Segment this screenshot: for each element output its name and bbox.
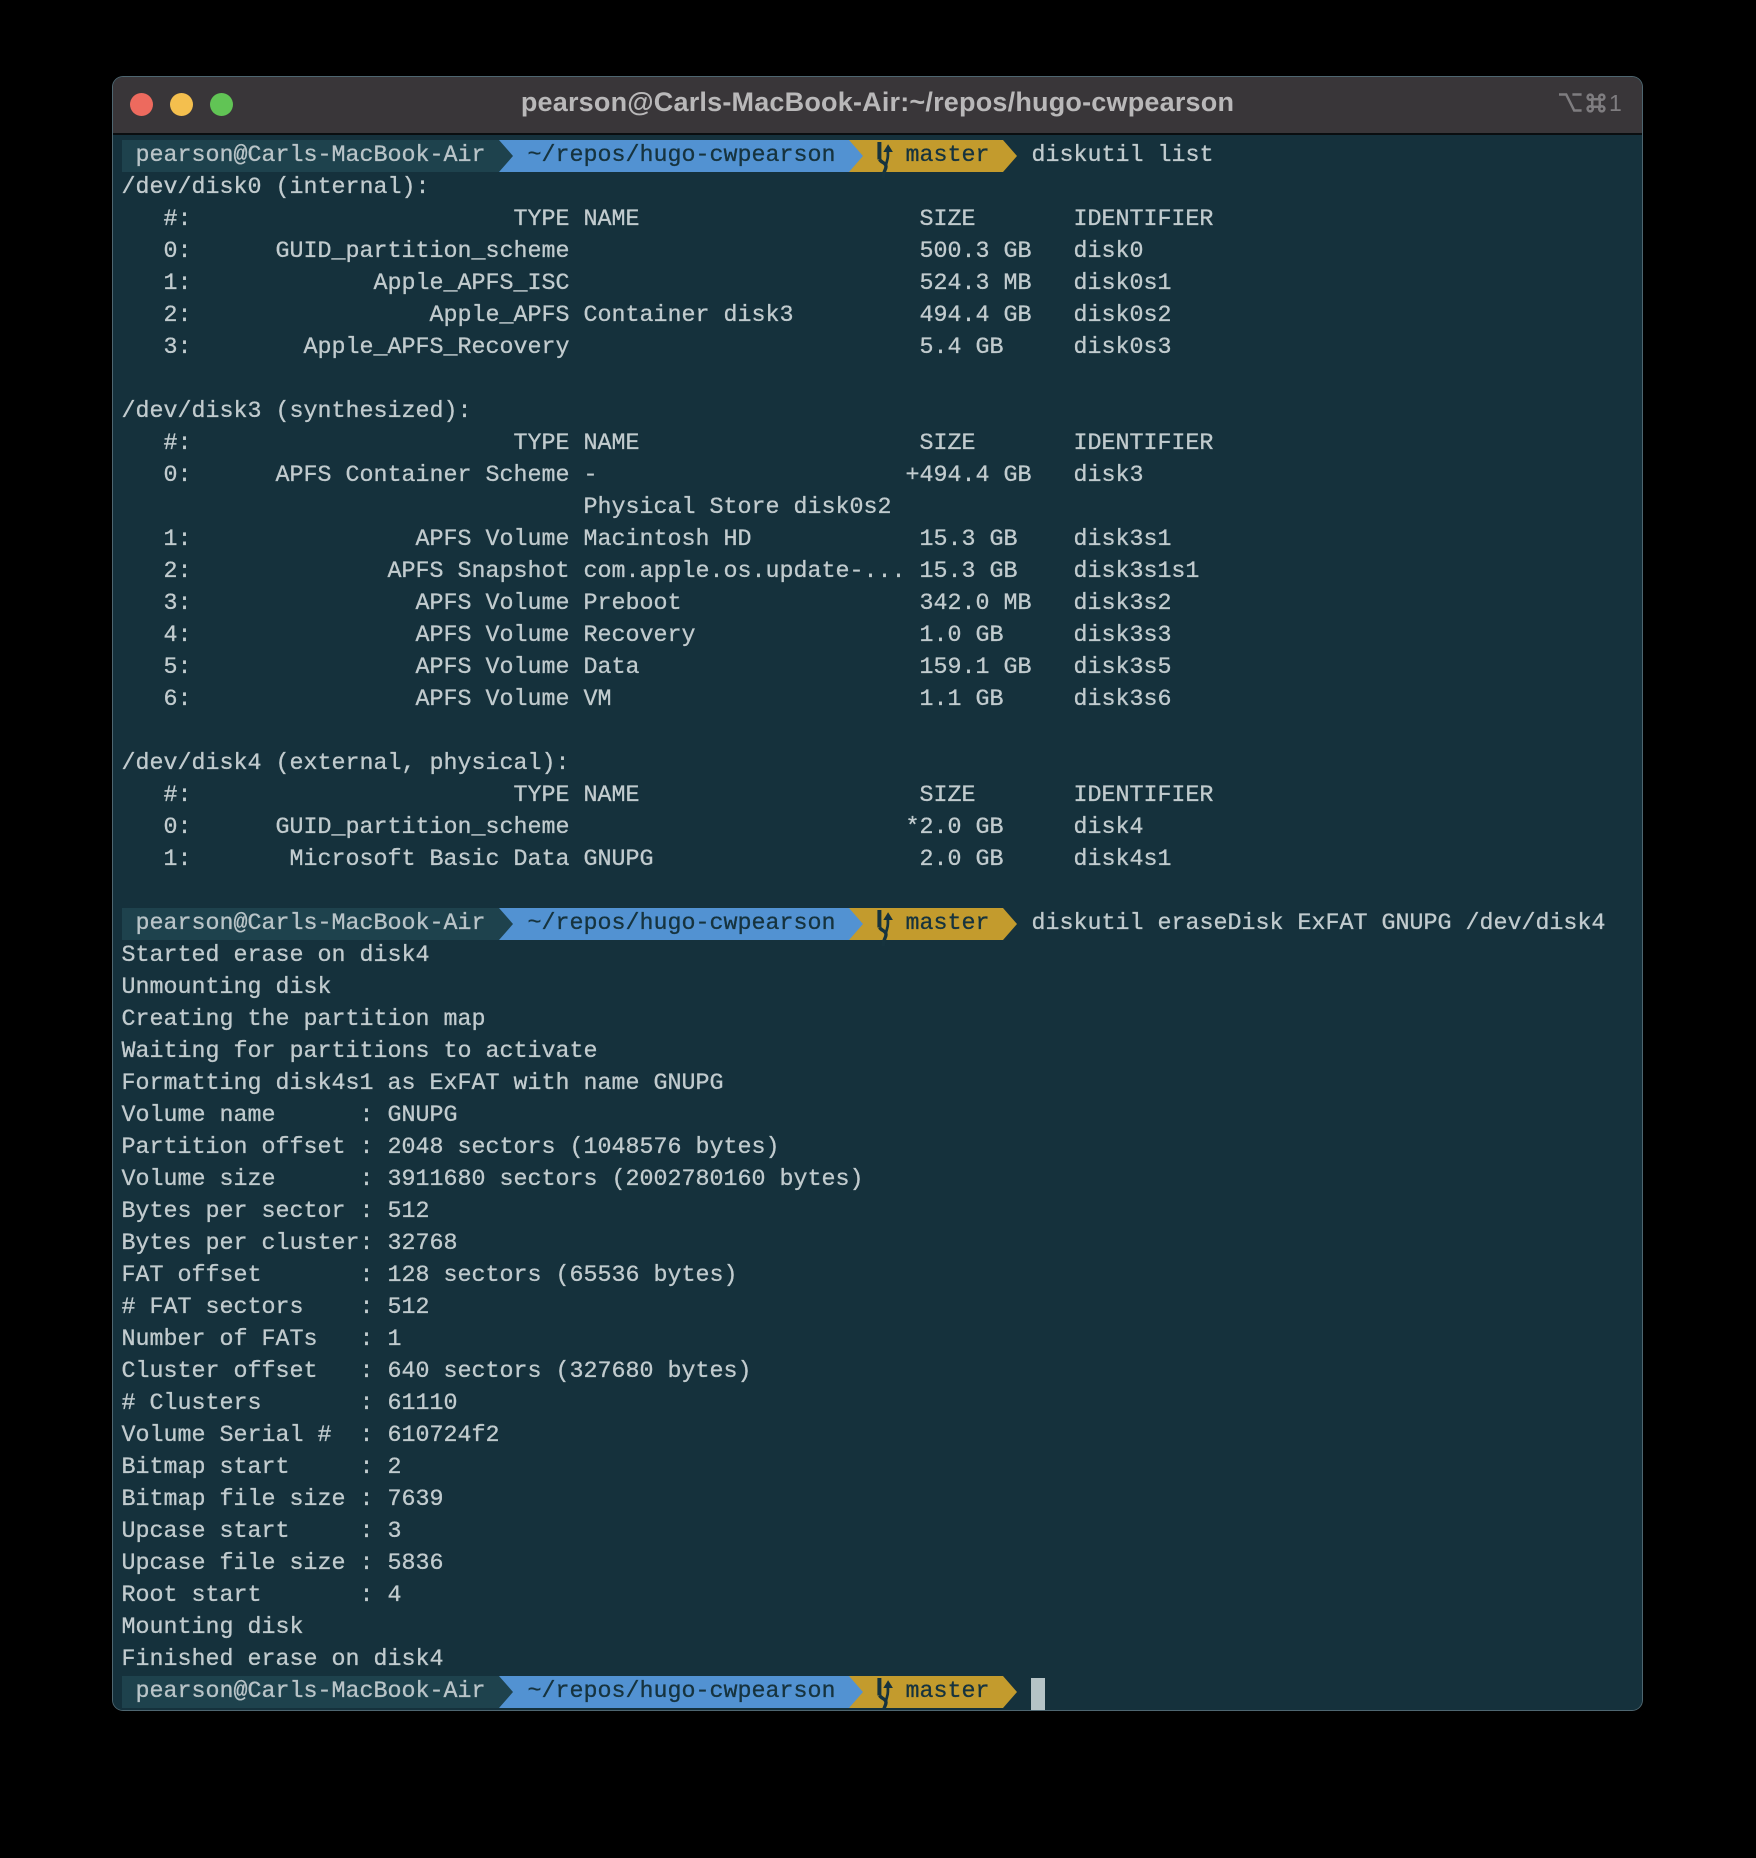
svg-text:1: 1	[1609, 90, 1622, 116]
